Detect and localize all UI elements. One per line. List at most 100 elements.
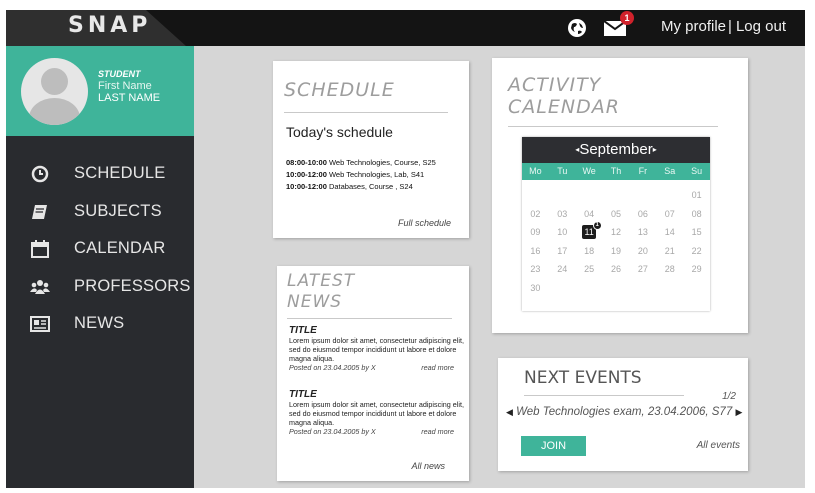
divider [524,395,684,396]
calendar-day[interactable]: 02 [522,205,549,224]
read-more-link[interactable]: read more [421,363,454,372]
next-event-icon[interactable]: ▶ [735,407,742,417]
sidebar-item-label: SCHEDULE [74,164,166,182]
calendar-day[interactable]: 28 [656,260,683,279]
calendar-day[interactable]: 21 [656,242,683,261]
top-links: My profile | Log out [661,18,786,35]
calendar-day[interactable]: 01 [683,186,710,205]
day-event-badge: 1 [592,221,602,230]
news-item-meta: Posted on 23.04.2005 by X read more [289,427,464,436]
calendar-day[interactable]: 29 [683,260,710,279]
calendar-day[interactable]: 13 [629,223,656,242]
calendar-day[interactable]: 16 [522,242,549,261]
sidebar-item-subjects[interactable]: SUBJECTS [6,194,194,232]
news-title: LATEST NEWS [287,271,355,313]
sidebar: STUDENT First Name LAST NAME SCHEDULE SU… [6,46,194,488]
weekday-label: Fr [638,166,648,176]
prev-event-icon[interactable]: ◀ [506,407,513,417]
news-title-line: LATEST [287,271,356,291]
profile-last-name: LAST NAME [98,92,161,104]
divider [284,112,448,113]
schedule-entry: 10:00-12:00 Databases, Course , S24 [286,181,436,193]
calendar-day[interactable]: 27 [629,260,656,279]
calendar-day[interactable]: 24 [549,260,576,279]
weekday-label: Su [691,166,703,176]
divider [287,318,452,319]
calendar-day[interactable]: 26 [603,260,630,279]
calendar-day[interactable]: 30 [522,279,549,298]
news-item-title: TITLE [289,325,317,336]
activity-calendar-card: ACTIVITY CALENDAR ◂September▸ Mo Tu We Th Fr… [492,58,748,333]
news-item-posted: Posted on 23.04.2005 by X [289,427,376,436]
schedule-time: 10:00-12:00 [286,182,327,191]
top-bar: SNAP 1 My profile | Log out [6,10,805,46]
schedule-subtitle: Today's schedule [286,124,393,140]
news-item[interactable]: TITLE Lorem ipsum dolor sit amet, consec… [289,389,464,437]
profile-info: STUDENT First Name LAST NAME [98,68,160,104]
calendar-day[interactable]: 05 [603,205,630,224]
full-schedule-link[interactable]: Full schedule [398,218,451,228]
clock-icon [30,164,50,184]
day-grid: 01 02 03 04 05 06 07 08 09 10 11 1 12 13 14 15 16 17 18 19 2… [522,180,710,297]
sidebar-item-schedule[interactable]: SCHEDULE [6,156,194,194]
read-more-link[interactable]: read more [421,427,454,436]
calendar-empty-cell [576,186,603,205]
app-logo[interactable]: SNAP [68,13,151,38]
weekday-label: Tu [557,166,568,176]
calendar-day[interactable]: 19 [603,242,630,261]
schedule-entry: 08:00-10:00 Web Technologies, Course, S2… [286,157,436,169]
weekday-row: Mo Tu We Th Fr Sa Su [522,163,710,180]
sidebar-item-label: PROFESSORS [74,276,191,295]
join-button[interactable]: JOIN [521,436,586,456]
calendar-title: ACTIVITY CALENDAR [508,74,620,118]
calendar-day[interactable]: 14 [656,223,683,242]
calendar-month: September [579,141,653,158]
event-row: ◀ Web Technologies exam, 23.04.2006, S77… [506,406,746,418]
calendar-day[interactable]: 20 [629,242,656,261]
all-news-link[interactable]: All news [411,461,445,471]
calendar-title-line: ACTIVITY [508,74,602,96]
next-events-card: NEXT EVENTS 1/2 ◀ Web Technologies exam,… [498,358,748,471]
calendar-empty-cell [656,186,683,205]
people-icon [30,277,50,297]
news-item[interactable]: TITLE Lorem ipsum dolor sit amet, consec… [289,325,464,373]
schedule-text: Web Technologies, Lab, S41 [326,170,425,179]
calendar-day-number: 11 [584,227,594,237]
calendar-day[interactable]: 23 [522,260,549,279]
calendar-empty-cell [522,186,549,205]
next-month-button[interactable]: ▸ [653,145,657,154]
logout-link[interactable]: Log out [736,18,786,35]
calendar-day[interactable]: 03 [549,205,576,224]
schedule-text: Web Technologies, Course, S25 [326,158,436,167]
sidebar-item-news[interactable]: NEWS [6,306,194,344]
event-text[interactable]: Web Technologies exam, 23.04.2006, S77 [516,406,732,418]
calendar-day[interactable]: 25 [576,260,603,279]
weekday-label: We [582,166,596,176]
calendar-day[interactable]: 07 [656,205,683,224]
globe-icon[interactable] [568,19,586,37]
calendar-day[interactable]: 10 [549,223,576,242]
calendar-day[interactable]: 15 [683,223,710,242]
my-profile-link[interactable]: My profile [661,18,726,35]
calendar-day[interactable]: 09 [522,223,549,242]
calendar-empty-cell [549,186,576,205]
calendar-day[interactable]: 08 [683,205,710,224]
profile-panel[interactable]: STUDENT First Name LAST NAME [6,46,194,136]
all-events-link[interactable]: All events [697,440,740,451]
calendar-day[interactable]: 12 [603,223,630,242]
calendar-day[interactable]: 06 [629,205,656,224]
news-item-body: Lorem ipsum dolor sit amet, consectetur … [289,400,464,427]
calendar-day-today[interactable]: 11 1 [576,221,603,242]
news-item-title: TITLE [289,389,317,400]
news-item-meta: Posted on 23.04.2005 by X read more [289,363,464,372]
calendar-day[interactable]: 22 [683,242,710,261]
schedule-time: 10:00-12:00 [286,170,327,179]
sidebar-item-calendar[interactable]: CALENDAR [6,231,194,269]
calendar-day[interactable]: 17 [549,242,576,261]
sidebar-item-professors[interactable]: PROFESSORS [6,269,194,307]
calendar-header: ◂September▸ [522,137,710,163]
calendar-day[interactable]: 18 [576,242,603,261]
sidebar-nav: SCHEDULE SUBJECTS CALENDAR PROFESSORS NE… [6,156,194,344]
calendar-empty-cell [603,186,630,205]
book-icon [30,202,50,222]
